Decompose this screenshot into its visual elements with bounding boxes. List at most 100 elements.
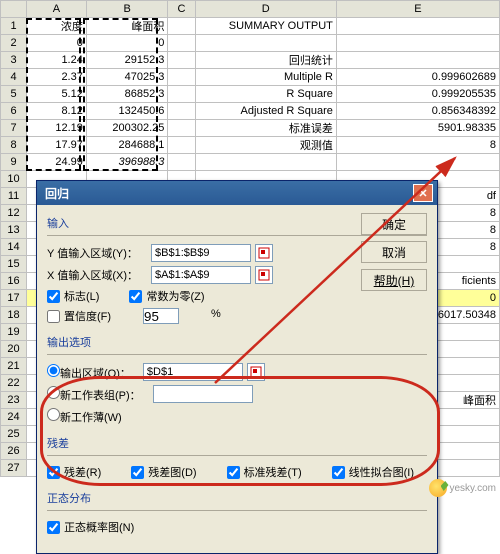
new-worksheet-radio[interactable]: 新工作表组(P)： [47,386,141,403]
help-button[interactable]: 帮助(H) [361,269,427,291]
cell[interactable]: 396988.3 [86,154,168,171]
cell[interactable] [168,52,195,69]
cell[interactable]: 峰面积 [86,18,168,35]
row-header[interactable]: 21 [1,358,27,375]
cell[interactable] [168,103,195,120]
row-header[interactable]: 7 [1,120,27,137]
cell[interactable]: 47025.3 [86,69,168,86]
cell[interactable] [168,69,195,86]
col-header-A[interactable]: A [27,1,87,18]
row-header[interactable]: 4 [1,69,27,86]
cell[interactable]: 0 [86,35,168,52]
line-fit-checkbox[interactable]: 线性拟合图(I) [332,464,414,480]
cell[interactable]: 5901.98335 [336,120,499,137]
cell[interactable]: 0.999602689 [336,69,499,86]
cell[interactable]: 1.24 [27,52,87,69]
cell[interactable]: 24.99 [27,154,87,171]
row-header[interactable]: 9 [1,154,27,171]
cell[interactable]: 浓度 [27,18,87,35]
row-header[interactable]: 5 [1,86,27,103]
std-residuals-checkbox[interactable]: 标准残差(T) [227,464,302,480]
cell[interactable]: 标准误差 [195,120,336,137]
cell[interactable]: 0.856348392 [336,103,499,120]
zero-checkbox[interactable]: 常数为零(Z) [129,288,204,304]
residual-plot-checkbox[interactable]: 残差图(D) [131,464,196,480]
dialog-titlebar[interactable]: 回归 ✕ [37,181,437,205]
x-range-input[interactable] [151,266,251,284]
cell[interactable]: 17.97 [27,137,87,154]
cell[interactable]: 8 [336,137,499,154]
cell[interactable] [168,120,195,137]
new-worksheet-input[interactable] [153,385,253,403]
cell[interactable]: 0.999205535 [336,86,499,103]
output-range-radio[interactable]: 输出区域(O)： [47,364,131,381]
row-header[interactable]: 24 [1,409,27,426]
cell[interactable] [168,35,195,52]
col-header-E[interactable]: E [336,1,499,18]
cell[interactable]: 0 [27,35,87,52]
cell[interactable] [168,18,195,35]
cell[interactable]: 5.12 [27,86,87,103]
cell[interactable] [336,154,499,171]
row-header[interactable]: 2 [1,35,27,52]
cell[interactable]: 回归统计 [195,52,336,69]
row-header[interactable]: 6 [1,103,27,120]
row-header[interactable]: 15 [1,256,27,273]
row-header[interactable]: 3 [1,52,27,69]
range-picker-icon[interactable] [247,363,265,381]
cell[interactable] [168,86,195,103]
new-workbook-radio[interactable]: 新工作薄(W) [47,408,122,425]
confidence-input[interactable] [143,308,179,324]
row-header[interactable]: 27 [1,460,27,477]
row-header[interactable]: 18 [1,307,27,324]
cell[interactable]: 2.37 [27,69,87,86]
cancel-button[interactable]: 取消 [361,241,427,263]
cell[interactable]: 132450.6 [86,103,168,120]
cell[interactable]: 12.19 [27,120,87,137]
row-header[interactable]: 16 [1,273,27,290]
output-range-input[interactable] [143,363,243,381]
col-header-B[interactable]: B [86,1,168,18]
row-header[interactable]: 12 [1,205,27,222]
cell[interactable] [336,52,499,69]
cell[interactable]: 284688.1 [86,137,168,154]
cell[interactable]: SUMMARY OUTPUT [195,18,336,35]
cell[interactable]: 观测值 [195,137,336,154]
row-header[interactable]: 13 [1,222,27,239]
cell[interactable] [195,154,336,171]
labels-checkbox[interactable]: 标志(L) [47,288,99,304]
cell[interactable]: 29152.3 [86,52,168,69]
range-picker-icon[interactable] [255,266,273,284]
cell[interactable] [195,35,336,52]
cell[interactable] [336,35,499,52]
confidence-checkbox[interactable]: 置信度(F) [47,308,111,324]
residuals-checkbox[interactable]: 残差(R) [47,464,101,480]
row-header[interactable]: 19 [1,324,27,341]
cell[interactable] [336,18,499,35]
cell[interactable]: 200302.25 [86,120,168,137]
row-header[interactable]: 20 [1,341,27,358]
cell[interactable]: R Square [195,86,336,103]
row-header[interactable]: 8 [1,137,27,154]
row-header[interactable]: 23 [1,392,27,409]
row-header[interactable]: 14 [1,239,27,256]
corner-cell[interactable] [1,1,27,18]
cell[interactable]: 8.12 [27,103,87,120]
col-header-C[interactable]: C [168,1,195,18]
row-header[interactable]: 11 [1,188,27,205]
row-header[interactable]: 10 [1,171,27,188]
row-header[interactable]: 1 [1,18,27,35]
cell[interactable] [168,137,195,154]
close-button[interactable]: ✕ [413,184,433,202]
ok-button[interactable]: 确定 [361,213,427,235]
cell[interactable]: 86852.3 [86,86,168,103]
range-picker-icon[interactable] [255,244,273,262]
cell[interactable]: Multiple R [195,69,336,86]
row-header[interactable]: 17 [1,290,27,307]
normal-prob-checkbox[interactable]: 正态概率图(N) [47,519,134,535]
row-header[interactable]: 22 [1,375,27,392]
col-header-D[interactable]: D [195,1,336,18]
row-header[interactable]: 26 [1,443,27,460]
row-header[interactable]: 25 [1,426,27,443]
cell[interactable] [168,154,195,171]
